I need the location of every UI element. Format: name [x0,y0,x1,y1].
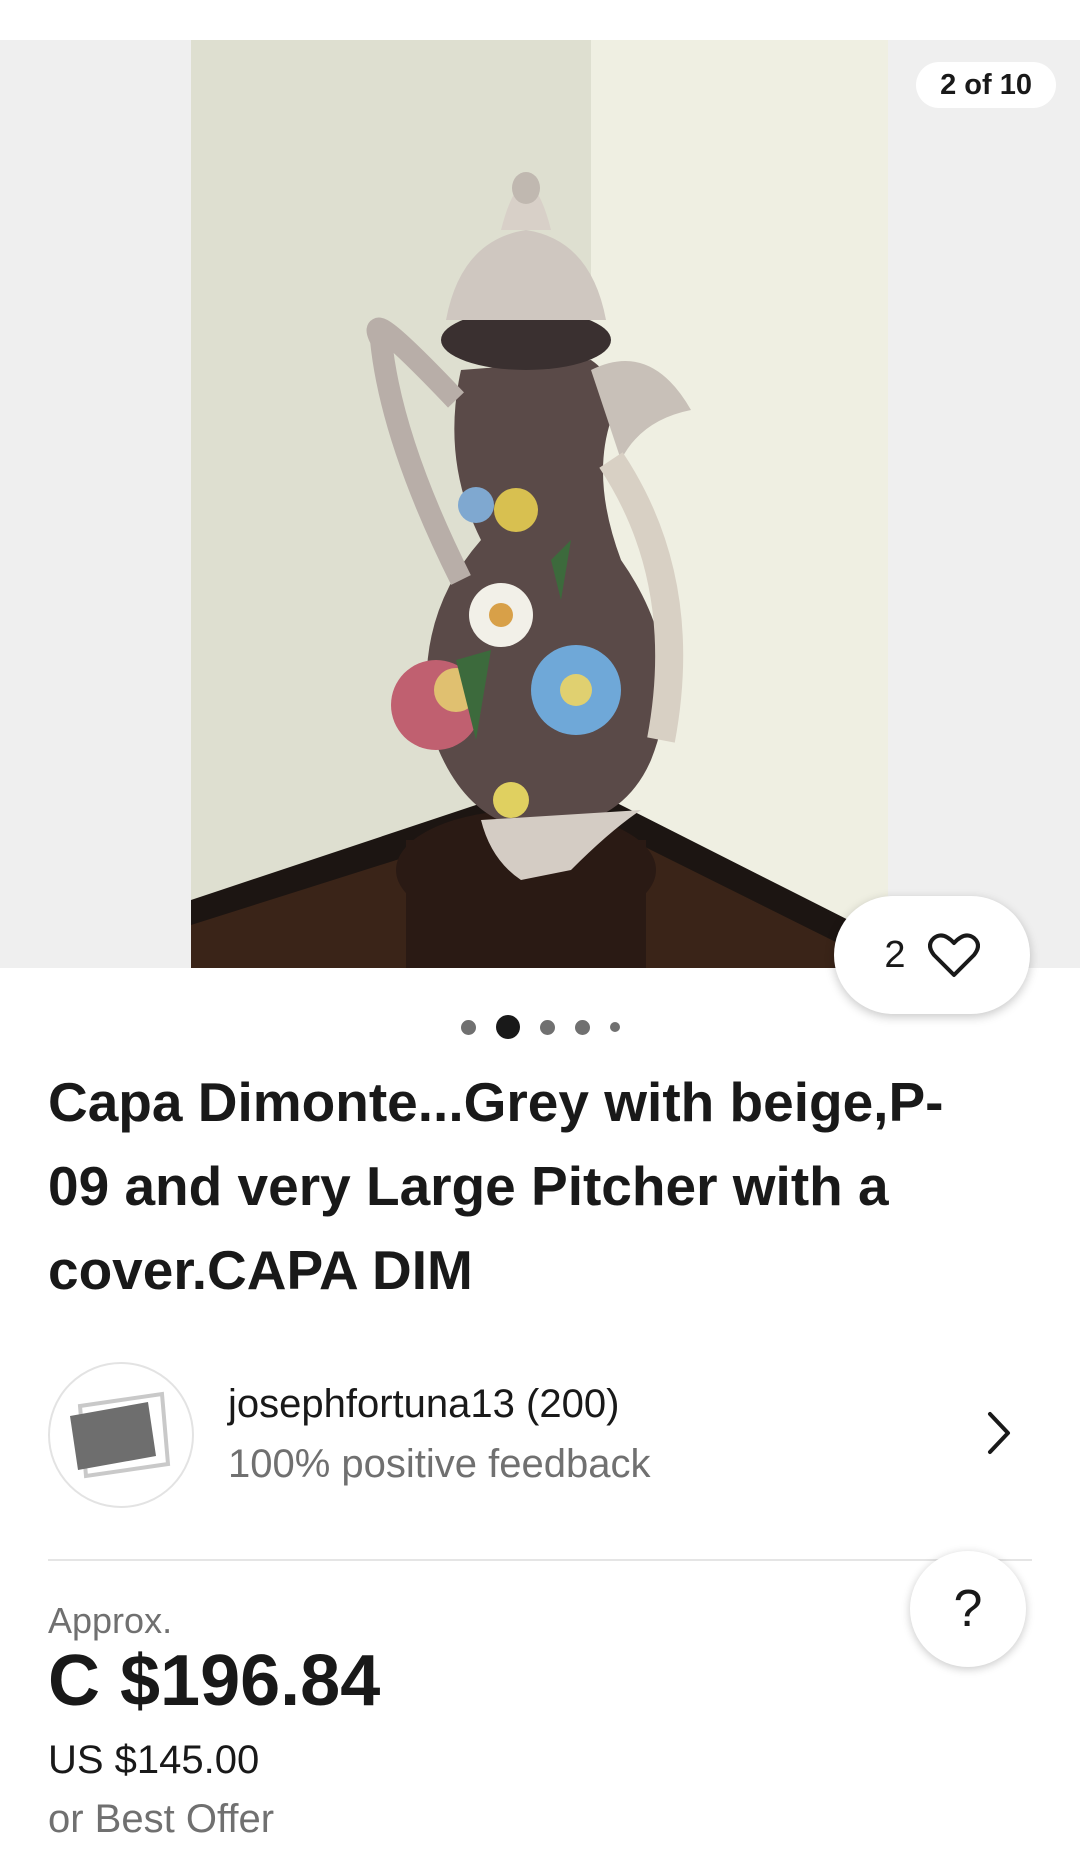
seller-card[interactable]: josephfortuna13 (200) 100% positive feed… [48,1362,1032,1510]
approx-label: Approx. [48,1600,173,1641]
seller-name[interactable]: josephfortuna13 (200) [228,1382,619,1427]
carousel-dot [574,1019,590,1035]
pitcher-photo-illustration [191,40,888,968]
carousel-dot [539,1019,555,1035]
converted-price: C $196.84 [48,1641,381,1721]
image-counter: 2 of 10 [916,62,1056,108]
help-icon: ? [953,1580,983,1638]
product-photo[interactable] [191,40,888,968]
best-offer-label: or Best Offer [48,1797,275,1841]
seller-feedback: 100% positive feedback [228,1442,651,1486]
heart-icon [927,933,980,977]
avatar [48,1362,194,1508]
help-button[interactable]: ? [910,1551,1026,1667]
image-placeholder-icon [70,1391,171,1479]
carousel-dot [609,1022,620,1032]
image-gallery[interactable]: 2 of 10 [0,40,1080,968]
chevron-right-icon[interactable] [986,1410,1012,1456]
original-price: US $145.00 [48,1738,260,1782]
carousel-indicator [0,1012,1080,1042]
divider [48,1559,1032,1561]
carousel-dot [460,1019,476,1035]
watch-button[interactable]: 2 [834,896,1030,1014]
carousel-dot-active [495,1015,520,1039]
watch-count: 2 [884,933,906,976]
listing-title: Capa Dimonte...Grey with beige,P-09 and … [48,1071,944,1301]
